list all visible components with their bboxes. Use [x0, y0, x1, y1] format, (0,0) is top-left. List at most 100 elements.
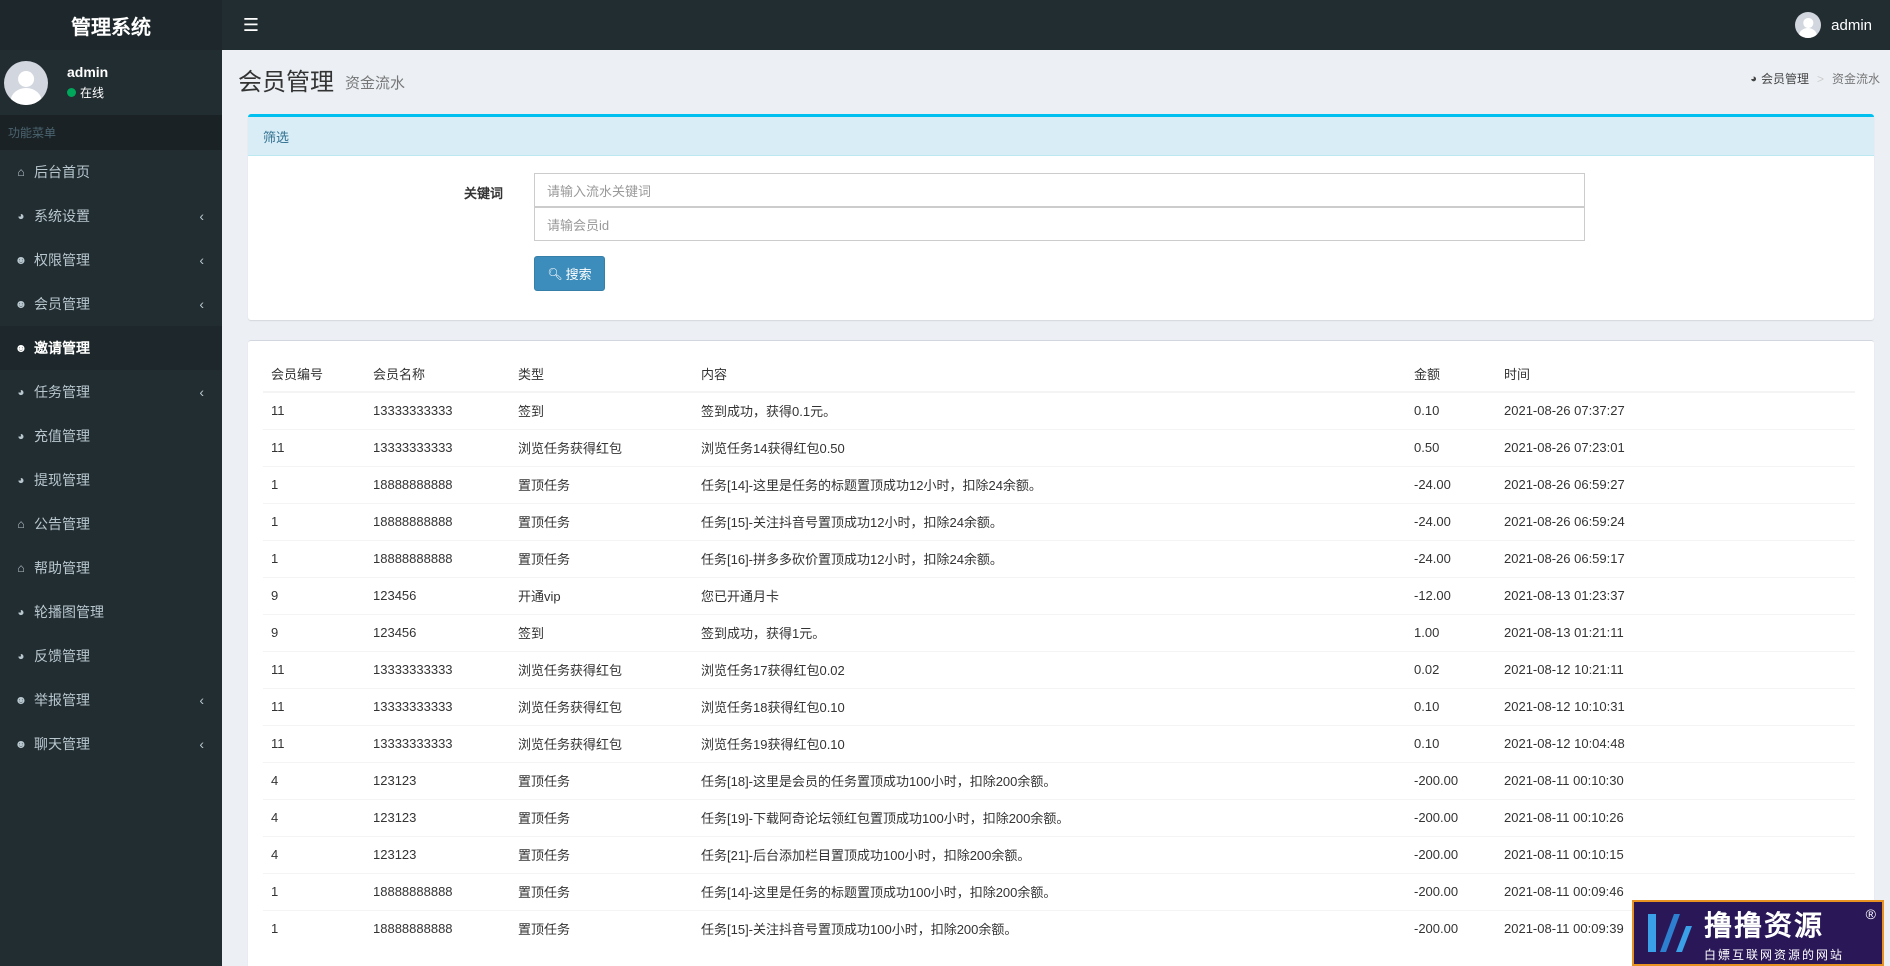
table-cell: 123456: [365, 576, 510, 614]
dashboard-icon: ◕: [17, 385, 25, 399]
sidebar-item-12[interactable]: ☻ 举报管理 ‹: [0, 678, 222, 722]
sidebar: admin 在线 功能菜单 ⌂ 后台首页 ◕ 系统设置 ‹ ☻ 权限管理 ‹ ☻ 会员管理 ‹ ☻ 邀请…: [0, 50, 222, 966]
users-icon: ☻: [14, 693, 28, 707]
search-button[interactable]: 🔍︎ 搜索: [534, 256, 605, 291]
column-header: 类型: [510, 356, 693, 393]
sidebar-item-label: 会员管理: [34, 296, 90, 312]
page-subtitle: 资金流水: [345, 75, 406, 92]
sidebar-item-11[interactable]: ◕ 反馈管理: [0, 634, 222, 678]
column-header: 金额: [1406, 356, 1496, 393]
sidebar-item-5[interactable]: ◕ 任务管理 ‹: [0, 370, 222, 414]
table-cell: 置顶任务: [510, 761, 693, 799]
sidebar-item-6[interactable]: ◕ 充值管理: [0, 414, 222, 458]
table-cell: 0.02: [1406, 650, 1496, 688]
table-cell: 置顶任务: [510, 835, 693, 873]
top-header: 管理系统 ☰ admin: [0, 0, 1890, 50]
table-cell: 置顶任务: [510, 465, 693, 503]
user-menu[interactable]: admin: [1795, 0, 1872, 50]
table-row: 1 18888888888 置顶任务 任务[15]-关注抖音号置顶成功12小时，扣除2…: [263, 502, 1855, 540]
sidebar-item-1[interactable]: ◕ 系统设置 ‹: [0, 194, 222, 238]
watermark-logo-icon: [1648, 914, 1692, 952]
sidebar-item-10[interactable]: ◕ 轮播图管理: [0, 590, 222, 634]
table-cell: 2021-08-12 10:10:31: [1496, 687, 1855, 725]
home-icon: ⌂: [17, 165, 25, 179]
table-cell: 任务[19]-下载阿奇论坛领红包置顶成功100小时，扣除200余额。: [693, 798, 1406, 836]
chevron-left-icon: ‹: [199, 208, 204, 224]
table-cell: 0.10: [1406, 391, 1496, 429]
table-cell: 2021-08-26 06:59:24: [1496, 502, 1855, 540]
breadcrumb-separator: >: [1816, 71, 1824, 86]
table-cell: -24.00: [1406, 539, 1496, 577]
keyword-input[interactable]: 请输入流水关键词: [534, 173, 1585, 207]
table-cell: 13333333333: [365, 391, 510, 429]
sidebar-item-4[interactable]: ☻ 邀请管理: [0, 326, 222, 370]
table-cell: -24.00: [1406, 465, 1496, 503]
brand-logo[interactable]: 管理系统: [0, 0, 222, 50]
sidebar-toggle-button[interactable]: ☰: [236, 10, 266, 40]
table-cell: 浏览任务14获得红包0.50: [693, 428, 1406, 466]
table-row: 1 18888888888 置顶任务 任务[16]-拼多多砍价置顶成功12小时，扣除2…: [263, 539, 1855, 577]
table-row: 11 13333333333 浏览任务获得红包 浏览任务19获得红包0.10 0.10 2…: [263, 724, 1855, 762]
breadcrumb: ◕ 会员管理 > 资金流水: [1750, 70, 1880, 87]
user-menu-name: admin: [1831, 16, 1872, 34]
chevron-left-icon: ‹: [199, 252, 204, 268]
chevron-left-icon: ‹: [199, 736, 204, 752]
member-id-input[interactable]: 请输会员id: [534, 207, 1585, 241]
breadcrumb-current: 资金流水: [1831, 72, 1880, 86]
table-cell: 18888888888: [365, 465, 510, 503]
table-cell: 2021-08-26 06:59:27: [1496, 465, 1855, 503]
sidebar-item-13[interactable]: ☻ 聊天管理 ‹: [0, 722, 222, 766]
table-cell: 4: [263, 798, 365, 836]
sidebar-item-3[interactable]: ☻ 会员管理 ‹: [0, 282, 222, 326]
table-cell: 18888888888: [365, 502, 510, 540]
table-header-row: 会员编号 会员名称 类型 内容 金额 时间: [263, 356, 1855, 393]
table-cell: 任务[21]-后台添加栏目置顶成功100小时，扣除200余额。: [693, 835, 1406, 873]
table-cell: 11: [263, 650, 365, 688]
table-cell: 18888888888: [365, 909, 510, 947]
sidebar-item-7[interactable]: ◕ 提现管理: [0, 458, 222, 502]
hamburger-icon: ☰: [242, 14, 260, 35]
table-cell: 1: [263, 502, 365, 540]
table-cell: 2021-08-13 01:21:11: [1496, 613, 1855, 651]
table-cell: 0.10: [1406, 687, 1496, 725]
dashboard-icon: ◕: [17, 209, 25, 223]
menu-header: 功能菜单: [0, 115, 222, 150]
table-cell: 任务[14]-这里是任务的标题置顶成功12小时，扣除24余额。: [693, 465, 1406, 503]
sidebar-item-8[interactable]: ⌂ 公告管理: [0, 502, 222, 546]
sidebar-item-2[interactable]: ☻ 权限管理 ‹: [0, 238, 222, 282]
sidebar-item-label: 邀请管理: [34, 340, 90, 356]
table-cell: 浏览任务17获得红包0.02: [693, 650, 1406, 688]
table-row: 4 123123 置顶任务 任务[18]-这里是会员的任务置顶成功100小时，扣除20…: [263, 761, 1855, 799]
watermark-title: 撸撸资源: [1704, 909, 1825, 941]
table-cell: 浏览任务19获得红包0.10: [693, 724, 1406, 762]
table-cell: 1: [263, 909, 365, 947]
table-cell: 11: [263, 428, 365, 466]
table-cell: 置顶任务: [510, 798, 693, 836]
table-cell: 18888888888: [365, 539, 510, 577]
sidebar-item-0[interactable]: ⌂ 后台首页: [0, 150, 222, 194]
sidebar-menu: ⌂ 后台首页 ◕ 系统设置 ‹ ☻ 权限管理 ‹ ☻ 会员管理 ‹ ☻ 邀请管理 ◕ 任务管理 ‹ ◕ 充值管理 ◕…: [0, 150, 222, 766]
home-icon: ⌂: [17, 561, 25, 575]
table-row: 4 123123 置顶任务 任务[19]-下载阿奇论坛领红包置顶成功100小时，扣除2…: [263, 798, 1855, 836]
table-cell: 123123: [365, 835, 510, 873]
dashboard-icon: ◕: [1750, 72, 1757, 85]
table-cell: -200.00: [1406, 909, 1496, 947]
sidebar-item-9[interactable]: ⌂ 帮助管理: [0, 546, 222, 590]
search-button-label: 搜索: [565, 267, 592, 282]
sidebar-user-status: 在线: [67, 84, 108, 101]
table-cell: 4: [263, 835, 365, 873]
sidebar-item-label: 轮播图管理: [34, 604, 104, 620]
users-icon: ☻: [14, 253, 28, 267]
breadcrumb-link[interactable]: 会员管理: [1761, 70, 1809, 87]
sidebar-item-label: 任务管理: [34, 384, 90, 400]
table-cell: 2021-08-26 07:23:01: [1496, 428, 1855, 466]
table-cell: 签到成功，获得1元。: [693, 613, 1406, 651]
status-text: 在线: [80, 86, 105, 100]
table-cell: 13333333333: [365, 428, 510, 466]
filter-panel-title: 筛选: [248, 117, 1874, 156]
column-header: 会员编号: [263, 356, 365, 393]
table-cell: 18888888888: [365, 872, 510, 910]
table-cell: -200.00: [1406, 835, 1496, 873]
table-cell: 任务[18]-这里是会员的任务置顶成功100小时，扣除200余额。: [693, 761, 1406, 799]
table-cell: 1: [263, 539, 365, 577]
